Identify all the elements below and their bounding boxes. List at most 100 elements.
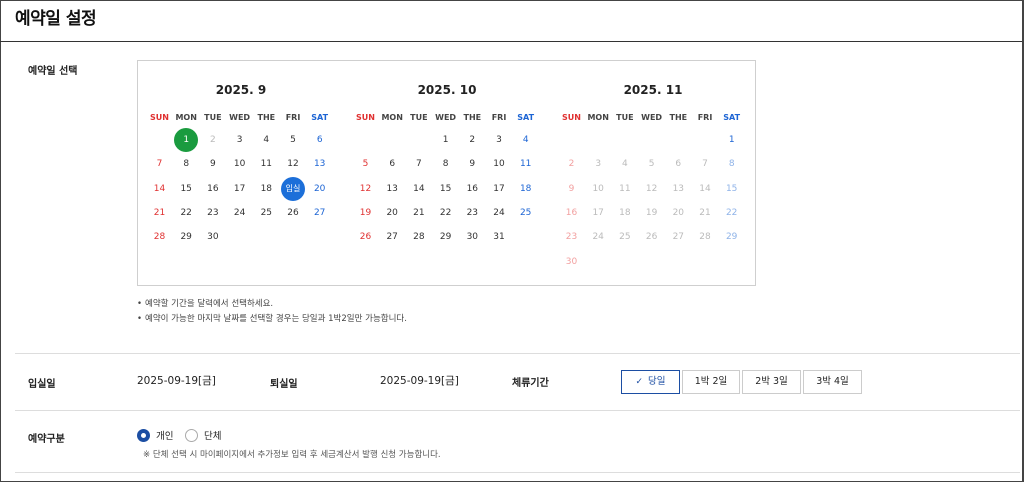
radio-checked-icon[interactable] [137,428,150,442]
day-cell[interactable]: 12 [280,152,307,176]
day-cell[interactable]: 27 [306,201,333,225]
day-cell: 28 [692,225,719,249]
day-cell[interactable]: 23 [459,201,486,225]
day-cell[interactable]: 5 [280,128,307,152]
day-cell[interactable]: 21 [405,201,432,225]
day-cell[interactable]: 11 [253,152,280,176]
day-cell[interactable]: 22 [173,201,200,225]
day-cell[interactable]: 8 [432,152,459,176]
day-cell[interactable]: 21 [146,201,173,225]
day-cell: 3 [585,152,612,176]
day-cell[interactable]: 29 [432,225,459,249]
day-cell[interactable]: 18 [512,177,539,201]
day-number: 4 [622,159,628,170]
day-cell[interactable]: 31 [486,225,513,249]
day-cell[interactable]: 18 [253,177,280,201]
calendar-panel: 2025. 9 SUN MON TUE WED THE FRI SAT 1 2 3 4 5 6 7 8 9 10… [137,60,756,286]
day-number: 10 [493,159,505,170]
day-cell[interactable]: 16 [459,177,486,201]
day-cell[interactable]: 14 [405,177,432,201]
day-number: 22 [180,207,192,218]
day-cell[interactable]: 4 [253,128,280,152]
day-cell: 20 [665,201,692,225]
day-cell[interactable]: 17 [226,177,253,201]
day-cell[interactable]: 9 [199,152,226,176]
day-number: 26 [645,232,658,243]
day-number: 20 [672,207,685,218]
day-number: 27 [313,207,326,218]
day-cell[interactable]: 12 [352,177,379,201]
stay-option-1n2d[interactable]: 1박 2일 [682,370,740,394]
day-cell[interactable]: 13 [379,177,406,201]
day-cell[interactable]: 29 [173,225,200,249]
weekday-label: SUN [150,113,169,122]
page-title: 예약일 설정 [15,9,97,29]
day-cell[interactable]: 27 [379,225,406,249]
day-cell[interactable]: 19 [352,201,379,225]
day-cell[interactable]: 8 [173,152,200,176]
day-cell[interactable]: 20 [306,177,333,201]
day-cell[interactable]: 6 [306,128,333,152]
stay-option-2n3d[interactable]: 2박 3일 [742,370,801,394]
weekday-label: SUN [562,113,581,122]
day-number: 30 [207,232,219,243]
day-cell[interactable]: 28 [405,225,432,249]
checkin-day-cell[interactable]: 입실 [280,176,307,201]
day-cell[interactable]: 14 [146,177,173,201]
weekday-label: TUE [616,113,634,122]
day-cell[interactable]: 1 [718,128,745,152]
day-cell[interactable]: 16 [199,177,226,201]
day-number: 12 [359,183,372,194]
day-cell[interactable]: 10 [226,152,253,176]
day-cell[interactable]: 20 [379,201,406,225]
day-cell[interactable]: 15 [173,177,200,201]
today-day-cell[interactable]: 1 [173,128,200,152]
day-number: 24 [233,207,246,218]
day-cell[interactable]: 5 [352,152,379,176]
day-cell[interactable]: 24 [486,201,513,225]
day-cell[interactable]: 30 [459,225,486,249]
day-number: 3 [236,135,243,145]
day-cell[interactable]: 3 [226,128,253,152]
day-cell[interactable]: 30 [199,225,226,249]
day-cell: 22 [718,201,745,225]
radio-individual[interactable]: 개인 [137,428,173,442]
day-number: 22 [439,207,452,218]
day-cell[interactable]: 26 [280,201,307,225]
radio-group[interactable]: 단체 [185,428,221,442]
radio-unchecked-icon[interactable] [185,428,198,442]
day-cell[interactable]: 9 [459,152,486,176]
day-number: 2 [210,135,216,145]
day-cell[interactable]: 11 [512,152,539,176]
day-number: 7 [416,159,422,170]
day-cell[interactable]: 7 [146,152,173,176]
day-cell[interactable]: 17 [486,177,513,201]
day-cell[interactable]: 4 [512,128,539,152]
day-number: 8 [183,159,190,170]
day-cell[interactable]: 1 [432,128,459,152]
day-number: 29 [725,232,738,243]
day-cell[interactable]: 2 [459,128,486,152]
day-cell: 14 [692,177,719,201]
day-cell[interactable]: 15 [432,177,459,201]
stay-option-3n4d[interactable]: 3박 4일 [803,370,862,394]
stay-option-same-day[interactable]: ✓ 당일 [621,370,680,394]
day-cell[interactable]: 10 [486,152,513,176]
day-number: 11 [260,159,273,170]
section-divider [15,353,1020,354]
day-cell[interactable]: 25 [253,201,280,225]
day-cell[interactable]: 25 [512,201,539,225]
day-cell[interactable]: 13 [306,152,333,176]
day-cell[interactable]: 24 [226,201,253,225]
day-cell[interactable]: 7 [405,152,432,176]
day-cell[interactable]: 26 [352,225,379,249]
radio-label: 단체 [204,431,222,442]
day-cell[interactable]: 22 [432,201,459,225]
day-cell[interactable]: 6 [379,152,406,176]
day-cell[interactable]: 3 [486,128,513,152]
checkout-value: 2025-09-19[금] [380,375,459,387]
day-number: 17 [592,207,604,218]
day-number: 5 [648,159,655,170]
day-cell[interactable]: 28 [146,225,173,249]
day-cell[interactable]: 23 [199,201,226,225]
